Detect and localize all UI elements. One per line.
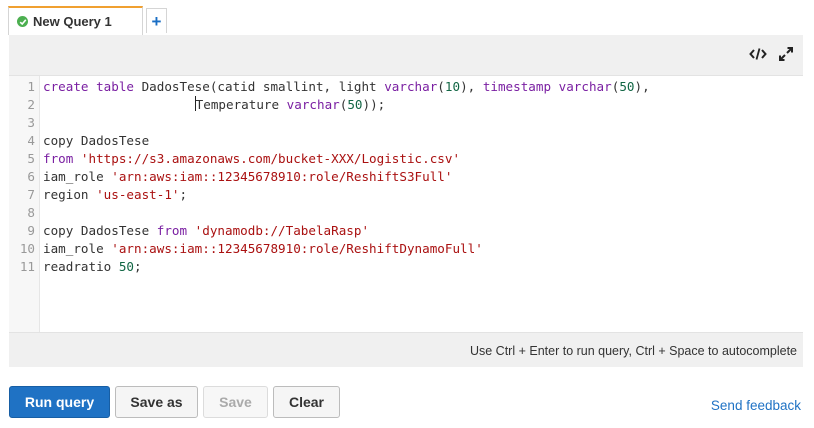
code-token: ( [339, 97, 348, 112]
code-token: 50 [619, 79, 635, 94]
line-number: 7 [27, 187, 35, 202]
expand-icon[interactable] [777, 45, 795, 63]
code-line[interactable]: 2 Temperature varchar(50)); [9, 96, 803, 114]
code-token: iam_role [43, 241, 112, 256]
code-token: from [156, 223, 195, 238]
code-token: region [43, 187, 97, 202]
run-query-button[interactable]: Run query [9, 386, 110, 418]
code-format-icon[interactable] [749, 45, 767, 63]
line-number: 1 [27, 79, 35, 94]
add-tab-button[interactable]: + [146, 8, 167, 33]
code-token: timestamp varchar [482, 79, 612, 94]
query-tab-bar: New Query 1 + [0, 0, 814, 36]
code-line[interactable]: 10 iam_role 'arn:aws:iam::12345678910:rol… [9, 240, 803, 258]
code-token: 50 [347, 97, 363, 112]
code-token: iam_role [43, 169, 112, 184]
line-number: 5 [27, 151, 35, 166]
sql-editor[interactable]: 1 create table DadosTese(catid smallint, … [9, 75, 803, 333]
code-token: 50 [118, 259, 134, 274]
code-token: 'dynamodb://TabelaRasp' [194, 223, 370, 238]
line-number: 4 [27, 133, 35, 148]
code-token: varchar [286, 97, 340, 112]
keyboard-hint: Use Ctrl + Enter to run query, Ctrl + Sp… [469, 344, 797, 358]
code-line[interactable]: 9 copy DadosTese from 'dynamodb://TabelaR… [9, 222, 803, 240]
editor-toolbar [749, 45, 795, 63]
code-token: 'https://s3.amazonaws.com/bucket-XXX/Log… [80, 151, 461, 166]
line-number: 10 [19, 241, 35, 256]
tab-new-query-1[interactable]: New Query 1 [8, 6, 143, 35]
check-icon [17, 16, 28, 27]
code-token: ( [611, 79, 620, 94]
code-line[interactable]: 3 [9, 114, 803, 132]
send-feedback-link[interactable]: Send feedback [711, 398, 801, 413]
code-area[interactable]: 1 create table DadosTese(catid smallint, … [9, 78, 803, 276]
code-token: copy DadosTese [43, 133, 150, 148]
line-number: 6 [27, 169, 35, 184]
code-token: 'arn:aws:iam::12345678910:role/ReshiftS3… [111, 169, 453, 184]
code-token: ; [179, 187, 188, 202]
code-line[interactable]: 6 iam_role 'arn:aws:iam::12345678910:role… [9, 168, 803, 186]
code-token: ( [437, 79, 445, 94]
code-token: 'us-east-1' [96, 187, 180, 202]
code-line[interactable]: 7 region 'us-east-1'; [9, 186, 803, 204]
code-token: ), [634, 79, 650, 94]
action-buttons: Run query Save as Save Clear [9, 386, 340, 418]
line-number: 9 [27, 223, 35, 238]
code-line[interactable]: 11 readratio 50; [9, 258, 803, 276]
line-number: 2 [27, 97, 35, 112]
code-token: ; [134, 259, 142, 274]
code-token: readratio [43, 259, 119, 274]
code-line[interactable]: 4 copy DadosTese [9, 132, 803, 150]
line-number: 11 [19, 259, 35, 274]
clear-button[interactable]: Clear [273, 386, 340, 418]
code-token: DadosTese(catid smallint, light [141, 79, 385, 94]
code-token: copy DadosTese [43, 223, 157, 238]
code-line[interactable]: 1 create table DadosTese(catid smallint, … [9, 78, 803, 96]
line-number: 3 [27, 115, 35, 130]
save-button: Save [203, 386, 268, 418]
code-token: from [43, 151, 81, 166]
line-number: 8 [27, 205, 35, 220]
code-token: create table [43, 79, 142, 94]
code-token: ), [460, 79, 483, 94]
code-token: varchar [384, 79, 438, 94]
code-line[interactable]: 5 from 'https://s3.amazonaws.com/bucket-X… [9, 150, 803, 168]
code-token: 10 [444, 79, 461, 94]
code-token: )); [362, 97, 386, 112]
save-as-button[interactable]: Save as [115, 386, 198, 418]
code-token: 'arn:aws:iam::12345678910:role/ReshiftDy… [111, 241, 483, 256]
query-editor-panel: 1 create table DadosTese(catid smallint, … [9, 35, 803, 367]
tab-label: New Query 1 [33, 14, 112, 29]
code-token: Temperature [195, 97, 287, 112]
code-line[interactable]: 8 [9, 204, 803, 222]
